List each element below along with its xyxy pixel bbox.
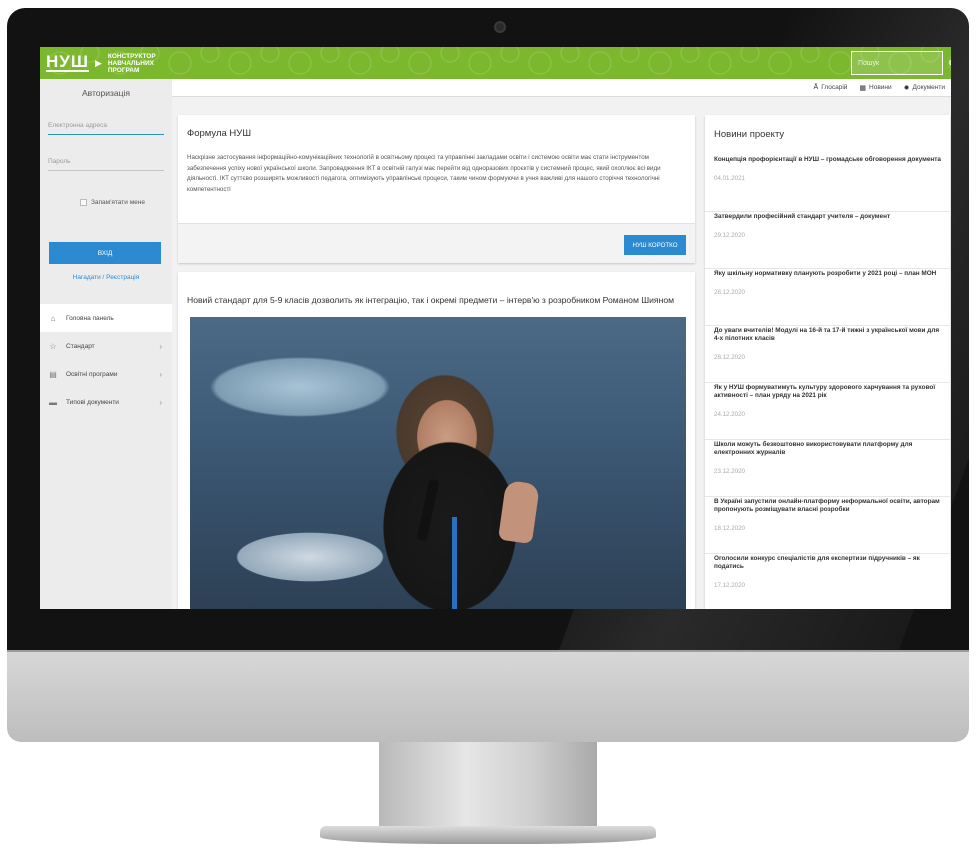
article-photo[interactable] bbox=[190, 317, 686, 609]
sidebar-item-label: Типові документи bbox=[66, 398, 119, 406]
news-title[interactable]: Затвердили професійний стандарт учителя … bbox=[714, 212, 941, 221]
document-icon: ▤ bbox=[49, 369, 57, 379]
remember-label: Запам'ятати мене bbox=[91, 199, 145, 206]
nush-short-button[interactable]: НУШ КОРОТКО bbox=[624, 235, 686, 255]
logo-line: НАВЧАЛЬНИХ bbox=[107, 59, 154, 67]
news-title[interactable]: До уваги вчителів! Модулі на 16-й та 17-… bbox=[714, 326, 941, 343]
monitor-chin bbox=[7, 650, 969, 742]
browser-screen: НУШ ▶ КОНСТРУКТОР НАВЧАЛЬНИХ ПРОГРАМ Ā Г… bbox=[40, 47, 951, 609]
monitor-mockup: НУШ ▶ КОНСТРУКТОР НАВЧАЛЬНИХ ПРОГРАМ Ā Г… bbox=[0, 0, 977, 849]
login-button[interactable]: ВХІД bbox=[49, 242, 161, 264]
search-input[interactable] bbox=[852, 52, 949, 74]
hand-shape bbox=[497, 479, 541, 545]
nav-glossary-label: Глосарій bbox=[821, 84, 848, 91]
sidebar-item-label: Освітні програми bbox=[66, 370, 118, 378]
site-header: НУШ ▶ КОНСТРУКТОР НАВЧАЛЬНИХ ПРОГРАМ bbox=[40, 47, 951, 79]
news-title[interactable]: В Україні запустили онлайн-платформу неф… bbox=[714, 497, 941, 514]
news-item[interactable]: Як у НУШ формуватимуть культуру здоровог… bbox=[705, 383, 950, 440]
nav-news-label: Новини bbox=[869, 84, 892, 91]
news-item[interactable]: Школи можуть безкоштовно використовувати… bbox=[705, 440, 950, 497]
logo-text: КОНСТРУКТОР НАВЧАЛЬНИХ ПРОГРАМ bbox=[108, 53, 156, 74]
gear-icon: ✹ bbox=[903, 84, 910, 92]
news-date: 17.12.2020 bbox=[714, 582, 745, 589]
logo-line: КОНСТРУКТОР bbox=[107, 52, 156, 60]
logo-mark: НУШ bbox=[46, 52, 89, 72]
monitor-stand-foot bbox=[320, 826, 656, 844]
formula-body: Наскрізне застосування інформаційно-кому… bbox=[187, 154, 661, 193]
glossary-icon: Ā bbox=[813, 84, 819, 91]
site-logo[interactable]: НУШ ▶ КОНСТРУКТОР НАВЧАЛЬНИХ ПРОГРАМ bbox=[46, 50, 156, 76]
news-title[interactable]: Школи можуть безкоштовно використовувати… bbox=[714, 440, 941, 457]
news-title[interactable]: Оголосили конкурс спеціалістів для експе… bbox=[714, 554, 941, 571]
news-date: 24.12.2020 bbox=[714, 411, 745, 418]
auth-title: Авторизація bbox=[82, 88, 130, 98]
newspaper-icon: ▦ bbox=[859, 84, 867, 92]
news-item[interactable]: Концепція профорієнтації в НУШ – громадс… bbox=[705, 155, 950, 212]
nav-glossary[interactable]: Ā Глосарій bbox=[814, 84, 848, 91]
sidebar: Авторизація Запам'ятати мене ВХІД Нагада… bbox=[40, 79, 172, 609]
formula-footer: НУШ КОРОТКО bbox=[178, 223, 695, 263]
register-link[interactable]: Нагадати / Реєстрація bbox=[40, 274, 172, 281]
monitor-stand-neck bbox=[379, 742, 597, 830]
news-header: Новини проекту bbox=[714, 129, 785, 140]
news-item[interactable]: Яку шкільну нормативку планують розробит… bbox=[705, 269, 950, 326]
lanyard-shape bbox=[452, 517, 457, 609]
formula-card: Формула НУШ Наскрізне застосування інфор… bbox=[178, 115, 695, 263]
news-title[interactable]: Яку шкільну нормативку планують розробит… bbox=[714, 269, 941, 278]
remember-checkbox[interactable] bbox=[80, 199, 87, 206]
nav-documents-label: Документи bbox=[912, 84, 945, 91]
news-item[interactable]: В Україні запустили онлайн-платформу неф… bbox=[705, 497, 950, 554]
remember-me[interactable]: Запам'ятати мене bbox=[80, 199, 145, 206]
monitor-divider bbox=[7, 650, 969, 652]
news-item[interactable]: Затвердили професійний стандарт учителя … bbox=[705, 212, 950, 269]
article-title[interactable]: Новий стандарт для 5-9 класів дозволить … bbox=[187, 295, 674, 305]
news-date: 29.12.2020 bbox=[714, 232, 745, 239]
news-title[interactable]: Концепція профорієнтації в НУШ – громадс… bbox=[714, 155, 941, 164]
header-pattern bbox=[40, 47, 951, 79]
news-list: Концепція профорієнтації в НУШ – громадс… bbox=[705, 155, 950, 609]
sidebar-menu: ⌂ Головна панель ☆ Стандарт › ▤ Освітні … bbox=[40, 304, 172, 416]
nav-news[interactable]: ▦ Новини bbox=[859, 84, 891, 92]
logo-arrow-icon: ▶ bbox=[94, 57, 102, 68]
news-panel: Новини проекту Концепція профорієнтації … bbox=[705, 115, 950, 609]
chevron-right-icon: › bbox=[159, 341, 162, 351]
news-date: 18.12.2020 bbox=[714, 525, 745, 532]
star-icon: ☆ bbox=[49, 341, 57, 351]
search-icon[interactable] bbox=[949, 52, 951, 74]
news-date: 04.01.2021 bbox=[714, 175, 745, 182]
news-date: 28.12.2020 bbox=[714, 354, 745, 361]
search-box bbox=[851, 51, 951, 75]
article-card[interactable]: Новий стандарт для 5-9 класів дозволить … bbox=[178, 272, 695, 609]
sidebar-item-label: Головна панель bbox=[66, 314, 114, 322]
nav-documents[interactable]: ✹ Документи bbox=[904, 84, 945, 92]
sidebar-item-documents[interactable]: ▬ Типові документи › bbox=[40, 388, 172, 416]
news-date: 28.12.2020 bbox=[714, 289, 745, 296]
chevron-right-icon: › bbox=[159, 369, 162, 379]
news-title[interactable]: Як у НУШ формуватимуть культуру здоровог… bbox=[714, 383, 941, 400]
webcam-icon bbox=[494, 21, 506, 33]
top-navigation: Ā Глосарій ▦ Новини ✹ Документи bbox=[172, 79, 951, 97]
formula-title: Формула НУШ bbox=[187, 128, 252, 139]
news-date: 23.12.2020 bbox=[714, 468, 745, 475]
sidebar-item-programs[interactable]: ▤ Освітні програми › bbox=[40, 360, 172, 388]
sidebar-item-dashboard[interactable]: ⌂ Головна панель bbox=[40, 304, 172, 332]
logo-line: ПРОГРАМ bbox=[107, 66, 140, 74]
keyboard-icon: ▬ bbox=[49, 397, 57, 407]
home-icon: ⌂ bbox=[50, 313, 56, 323]
microphone-shape bbox=[416, 478, 440, 542]
news-item[interactable]: Оголосили конкурс спеціалістів для експе… bbox=[705, 554, 950, 609]
sidebar-item-standard[interactable]: ☆ Стандарт › bbox=[40, 332, 172, 360]
news-item[interactable]: До уваги вчителів! Модулі на 16-й та 17-… bbox=[705, 326, 950, 383]
sidebar-item-label: Стандарт bbox=[66, 342, 95, 350]
password-field[interactable] bbox=[48, 153, 164, 171]
email-field[interactable] bbox=[48, 117, 164, 135]
chevron-right-icon: › bbox=[159, 397, 162, 407]
